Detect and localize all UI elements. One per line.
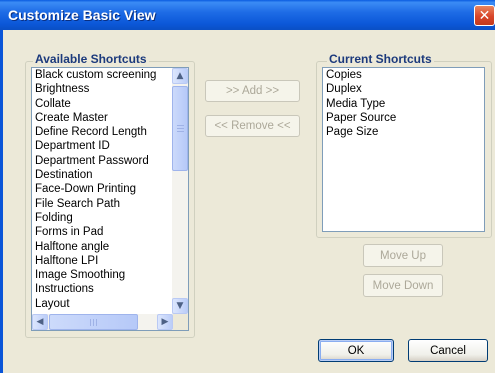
cancel-button[interactable]: Cancel xyxy=(408,339,488,362)
list-item[interactable]: Copies xyxy=(323,68,484,82)
scroll-right-button[interactable]: ▶ xyxy=(157,314,173,330)
thumb-grip xyxy=(177,131,184,132)
available-items-container: Black custom screening Brightness Collate C… xyxy=(32,68,188,311)
list-item[interactable]: Paper Source xyxy=(323,111,484,125)
list-item[interactable]: Halftone LPI xyxy=(32,254,171,268)
scroll-down-button[interactable]: ▼ xyxy=(172,298,188,314)
horizontal-scroll-thumb[interactable] xyxy=(49,314,138,330)
current-items-container: Copies Duplex Media Type Paper Source Page S… xyxy=(323,68,484,139)
remove-button[interactable]: << Remove << xyxy=(205,115,300,137)
thumb-grip xyxy=(96,319,97,326)
chevron-right-icon: ▶ xyxy=(161,317,169,327)
list-item[interactable]: Create Master xyxy=(32,111,171,125)
list-item[interactable]: Destination xyxy=(32,168,171,182)
list-item[interactable]: Brightness xyxy=(32,82,171,96)
move-down-button[interactable]: Move Down xyxy=(363,274,443,297)
list-item[interactable]: Forms in Pad xyxy=(32,225,171,239)
list-item[interactable]: Define Record Length xyxy=(32,125,171,139)
thumb-grip xyxy=(93,319,94,326)
move-up-button[interactable]: Move Up xyxy=(363,244,443,267)
close-button[interactable]: ✕ xyxy=(474,5,495,26)
available-shortcuts-list[interactable]: Black custom screening Brightness Collate C… xyxy=(31,67,189,331)
list-item[interactable]: Duplex xyxy=(323,82,484,96)
scroll-left-button[interactable]: ◀ xyxy=(32,314,48,330)
list-item[interactable]: File Search Path xyxy=(32,197,171,211)
add-button[interactable]: >> Add >> xyxy=(205,80,300,102)
vertical-scroll-thumb[interactable] xyxy=(172,86,188,171)
window-frame-left xyxy=(0,30,3,373)
horizontal-scrollbar[interactable]: ◀ ▶ xyxy=(32,314,173,330)
list-item[interactable]: Face-Down Printing xyxy=(32,182,171,196)
scroll-up-button[interactable]: ▲ xyxy=(172,68,188,84)
list-item[interactable]: Instructions xyxy=(32,282,171,296)
move-up-label: Move Up xyxy=(379,249,427,262)
available-shortcuts-label: Available Shortcuts xyxy=(33,52,149,66)
current-shortcuts-list[interactable]: Copies Duplex Media Type Paper Source Page S… xyxy=(322,67,485,232)
dialog-title: Customize Basic View xyxy=(8,7,156,23)
list-item[interactable]: Layout xyxy=(32,297,171,311)
remove-button-label: << Remove << xyxy=(214,120,291,132)
chevron-up-icon: ▲ xyxy=(176,71,184,81)
ok-label: OK xyxy=(347,344,365,357)
thumb-grip xyxy=(177,128,184,129)
thumb-grip xyxy=(177,125,184,126)
thumb-grip xyxy=(90,319,91,326)
dialog-window: Customize Basic View ✕ Available Shortcu… xyxy=(0,0,495,373)
list-item[interactable]: Halftone angle xyxy=(32,240,171,254)
ok-button[interactable]: OK xyxy=(318,339,394,362)
close-icon: ✕ xyxy=(478,7,491,24)
list-item[interactable]: Media Type xyxy=(323,97,484,111)
chevron-left-icon: ◀ xyxy=(36,317,44,327)
title-bar[interactable]: Customize Basic View ✕ xyxy=(0,0,495,30)
vertical-scrollbar[interactable]: ▲ ▼ xyxy=(172,68,188,314)
scroll-corner xyxy=(173,314,188,330)
cancel-label: Cancel xyxy=(430,344,466,357)
list-item[interactable]: Department Password xyxy=(32,154,171,168)
list-item[interactable]: Collate xyxy=(32,97,171,111)
chevron-down-icon: ▼ xyxy=(176,301,184,311)
list-item[interactable]: Folding xyxy=(32,211,171,225)
move-down-label: Move Down xyxy=(372,279,434,292)
list-item[interactable]: Department ID xyxy=(32,139,171,153)
list-item[interactable]: Black custom screening xyxy=(32,68,171,82)
list-item[interactable]: Image Smoothing xyxy=(32,268,171,282)
add-button-label: >> Add >> xyxy=(225,85,280,97)
current-shortcuts-label: Current Shortcuts xyxy=(327,52,434,66)
list-item[interactable]: Page Size xyxy=(323,125,484,139)
